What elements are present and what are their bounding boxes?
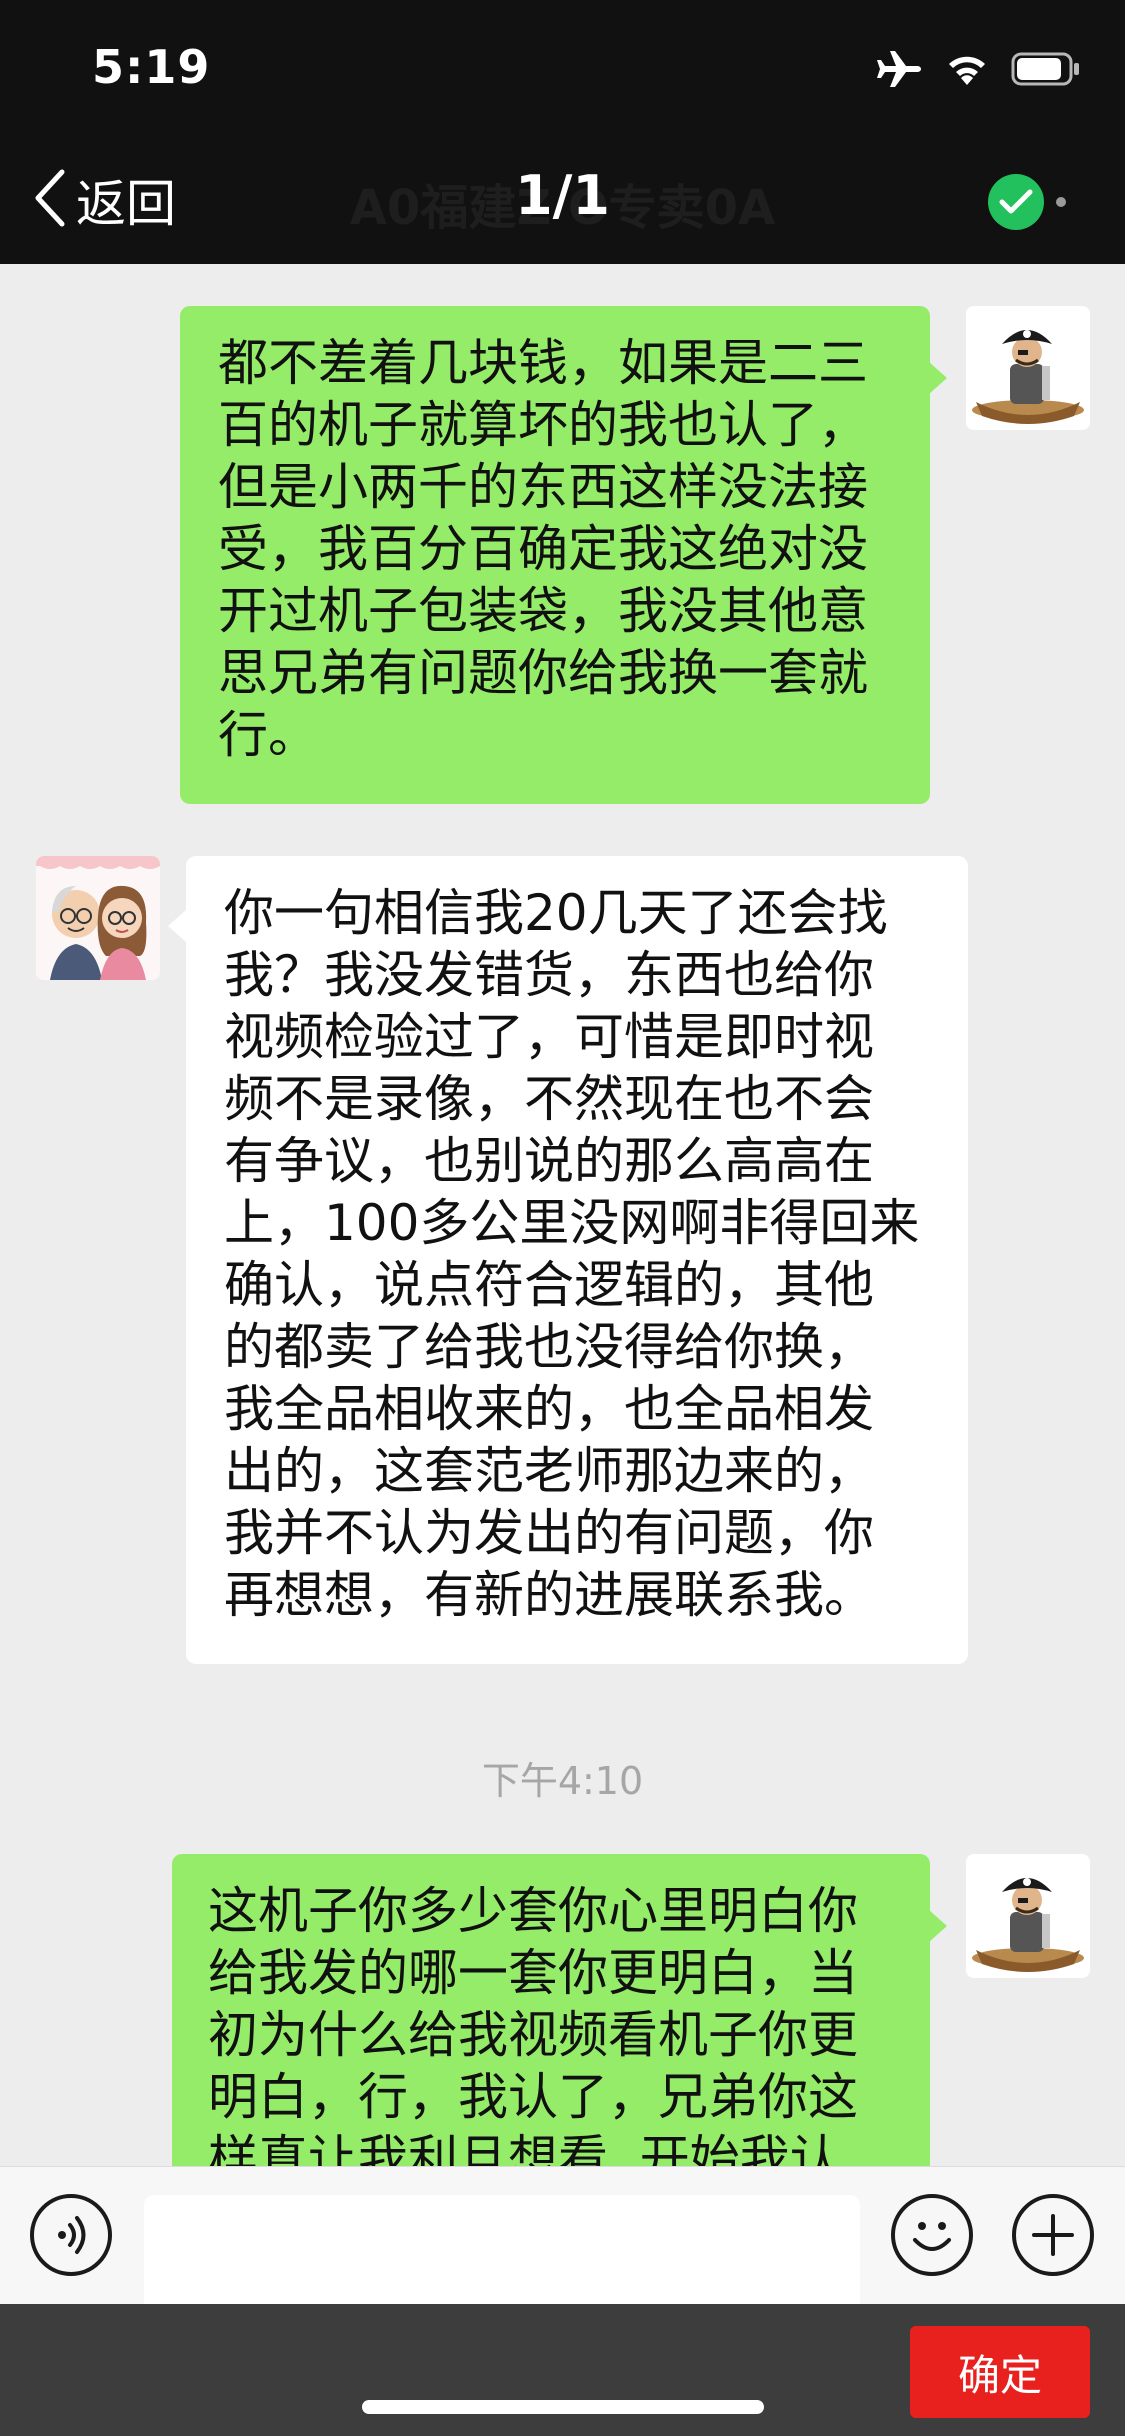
- more-dot: [1056, 197, 1066, 207]
- airplane-icon: [875, 49, 923, 89]
- battery-icon: [1011, 51, 1081, 87]
- my-avatar[interactable]: [966, 1854, 1090, 1978]
- bubble-tail: [929, 362, 947, 394]
- status-time: 5:19: [92, 40, 211, 94]
- message-input[interactable]: [144, 2195, 860, 2305]
- bubble-tail: [929, 1910, 947, 1942]
- message-timestamp: 下午4:10: [481, 1759, 644, 1803]
- more-functions-button[interactable]: [1012, 2194, 1094, 2276]
- emoji-icon: [895, 2222, 969, 2276]
- wifi-icon: [945, 51, 989, 87]
- contact-avatar[interactable]: [36, 856, 160, 980]
- confirm-button[interactable]: 确定: [910, 2326, 1090, 2418]
- verified-check-icon[interactable]: [988, 174, 1044, 230]
- voice-icon: [34, 2216, 108, 2276]
- bubble-tail: [168, 910, 186, 942]
- chat-area: 都不差着几块钱，如果是二三 百的机子就算坏的我也认了， 但是小两千的东西这样没法…: [0, 264, 1125, 2166]
- page-counter-title: 1/1: [515, 164, 610, 227]
- my-avatar[interactable]: [966, 306, 1090, 430]
- emoji-button[interactable]: [891, 2194, 973, 2276]
- input-bar: [0, 2166, 1125, 2305]
- message-bubble-sent[interactable]: 都不差着几块钱，如果是二三 百的机子就算坏的我也认了， 但是小两千的东西这样没法…: [180, 306, 930, 804]
- voice-button[interactable]: [30, 2194, 112, 2276]
- message-bubble-received[interactable]: 你一句相信我20几天了还会找 我？我没发错货，东西也给你 视频检验过了，可惜是即…: [186, 856, 968, 1664]
- message-bubble-sent[interactable]: 这机子你多少套你心里明白你 给我发的哪一套你更明白，当 初为什么给我视频看机子你…: [172, 1854, 930, 2166]
- home-indicator[interactable]: [362, 2400, 764, 2414]
- top-bar: 5:19 返回 A0福建Z O专卖0A 1/1: [0, 0, 1125, 264]
- plus-icon: [1016, 2214, 1090, 2276]
- status-icons: [875, 44, 1081, 94]
- confirm-bar: 确定: [0, 2304, 1125, 2436]
